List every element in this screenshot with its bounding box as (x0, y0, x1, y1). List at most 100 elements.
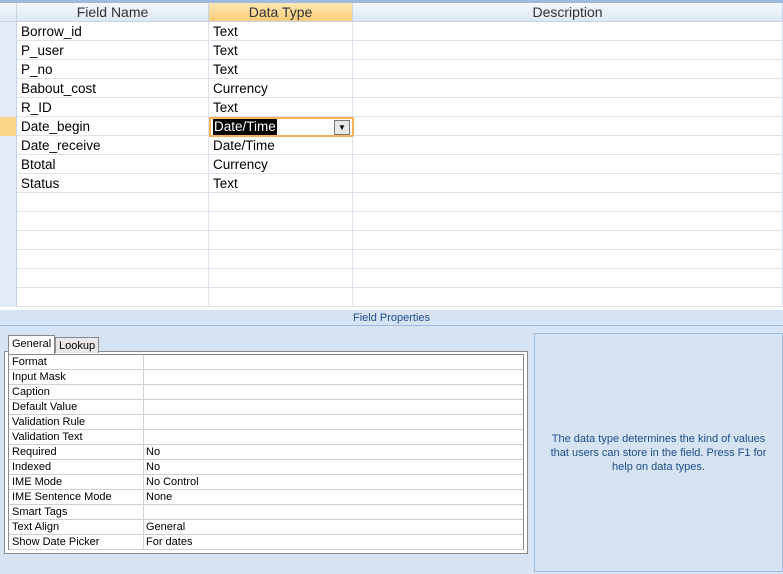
property-row[interactable]: Input Mask (9, 370, 523, 385)
data-type-cell[interactable] (209, 288, 353, 307)
description-cell[interactable] (353, 288, 783, 307)
table-row[interactable] (0, 250, 783, 269)
table-row[interactable]: Date_receive Date/Time (0, 136, 783, 155)
data-type-cell[interactable]: Currency (209, 155, 353, 174)
table-row[interactable] (0, 193, 783, 212)
description-cell[interactable] (353, 79, 783, 98)
property-row[interactable]: Validation Text (9, 430, 523, 445)
property-value[interactable]: No (143, 460, 516, 475)
property-row[interactable]: Caption (9, 385, 523, 400)
field-name-cell[interactable]: R_ID (17, 98, 209, 117)
tab-lookup[interactable]: Lookup (55, 337, 100, 353)
table-row[interactable]: P_no Text (0, 60, 783, 79)
property-row[interactable]: Required No (9, 445, 523, 460)
tab-general[interactable]: General (8, 335, 56, 354)
row-selector[interactable] (0, 269, 17, 288)
property-value[interactable] (143, 400, 516, 415)
description-cell[interactable] (353, 136, 783, 155)
row-selector[interactable] (0, 155, 17, 174)
property-row[interactable]: Smart Tags (9, 505, 523, 520)
table-row[interactable]: Date_begin Date/Time ▼ (0, 117, 783, 137)
table-row[interactable]: Status Text (0, 174, 783, 193)
property-row[interactable]: Show Date Picker For dates (9, 535, 523, 550)
property-value[interactable]: None (143, 490, 516, 505)
property-row[interactable]: Format (9, 355, 523, 370)
property-row[interactable]: Default Value (9, 400, 523, 415)
row-selector[interactable] (0, 60, 17, 79)
row-selector[interactable] (0, 250, 17, 269)
property-value[interactable]: No Control (143, 475, 516, 490)
property-value[interactable]: No (143, 445, 516, 460)
data-type-cell[interactable]: Text (209, 41, 353, 60)
field-name-cell[interactable]: Babout_cost (17, 79, 209, 98)
header-data-type[interactable]: Data Type (209, 3, 353, 22)
property-row[interactable]: Validation Rule (9, 415, 523, 430)
row-selector[interactable] (0, 288, 17, 307)
select-all-corner[interactable] (0, 3, 17, 22)
field-name-cell[interactable]: P_user (17, 41, 209, 60)
table-row[interactable]: Btotal Currency (0, 155, 783, 174)
data-type-cell[interactable]: Text (209, 60, 353, 79)
field-name-cell[interactable] (17, 269, 209, 288)
field-name-cell[interactable] (17, 288, 209, 307)
row-selector[interactable] (0, 79, 17, 98)
data-type-cell[interactable] (209, 212, 353, 231)
description-cell[interactable] (353, 98, 783, 117)
table-row[interactable] (0, 212, 783, 231)
field-name-cell[interactable] (17, 212, 209, 231)
header-description[interactable]: Description (353, 3, 783, 22)
table-row[interactable]: Babout_cost Currency (0, 79, 783, 98)
row-selector[interactable] (0, 136, 17, 155)
field-name-cell[interactable] (17, 231, 209, 250)
data-type-cell[interactable]: Text (209, 98, 353, 117)
field-name-cell[interactable]: Date_receive (17, 136, 209, 155)
field-name-cell[interactable] (17, 250, 209, 269)
table-row[interactable]: R_ID Text (0, 98, 783, 117)
description-cell[interactable] (353, 60, 783, 79)
data-type-cell[interactable]: Currency (209, 79, 353, 98)
data-type-cell[interactable]: Text (209, 22, 353, 41)
property-value[interactable] (143, 370, 516, 385)
description-cell[interactable] (353, 250, 783, 269)
field-name-cell[interactable]: Status (17, 174, 209, 193)
property-value[interactable] (143, 385, 516, 400)
table-row[interactable] (0, 231, 783, 250)
property-row[interactable]: IME Mode No Control (9, 475, 523, 490)
row-selector[interactable] (0, 231, 17, 250)
row-selector[interactable] (0, 193, 17, 212)
description-cell[interactable] (353, 193, 783, 212)
chevron-down-icon[interactable]: ▼ (334, 120, 350, 135)
row-selector[interactable] (0, 98, 17, 117)
description-cell[interactable] (353, 155, 783, 174)
header-field-name[interactable]: Field Name (17, 3, 209, 22)
table-row[interactable]: Borrow_id Text (0, 22, 783, 41)
property-row[interactable]: Text Align General (9, 520, 523, 535)
row-selector[interactable] (0, 212, 17, 231)
property-row[interactable]: Indexed No (9, 460, 523, 475)
field-name-cell[interactable]: P_no (17, 60, 209, 79)
data-type-cell[interactable] (209, 269, 353, 288)
property-value[interactable] (143, 505, 516, 520)
data-type-cell[interactable]: Text (209, 174, 353, 193)
description-cell[interactable] (353, 22, 783, 41)
description-cell[interactable] (353, 117, 783, 136)
table-row[interactable] (0, 269, 783, 288)
row-selector[interactable] (0, 41, 17, 60)
data-type-cell[interactable] (209, 231, 353, 250)
table-row[interactable]: P_user Text (0, 41, 783, 60)
description-cell[interactable] (353, 212, 783, 231)
description-cell[interactable] (353, 269, 783, 288)
data-type-dropdown[interactable]: Date/Time ▼ (209, 117, 354, 137)
data-type-cell[interactable] (209, 250, 353, 269)
property-value[interactable]: General (143, 520, 516, 535)
data-type-cell[interactable] (209, 193, 353, 212)
property-value[interactable] (143, 430, 516, 445)
description-cell[interactable] (353, 174, 783, 193)
field-name-cell[interactable]: Date_begin (17, 117, 209, 136)
field-name-cell[interactable] (17, 193, 209, 212)
field-name-cell[interactable]: Borrow_id (17, 22, 209, 41)
table-row[interactable] (0, 288, 783, 307)
property-value[interactable]: For dates (143, 535, 516, 550)
row-selector[interactable] (0, 174, 17, 193)
property-value[interactable] (143, 355, 516, 370)
